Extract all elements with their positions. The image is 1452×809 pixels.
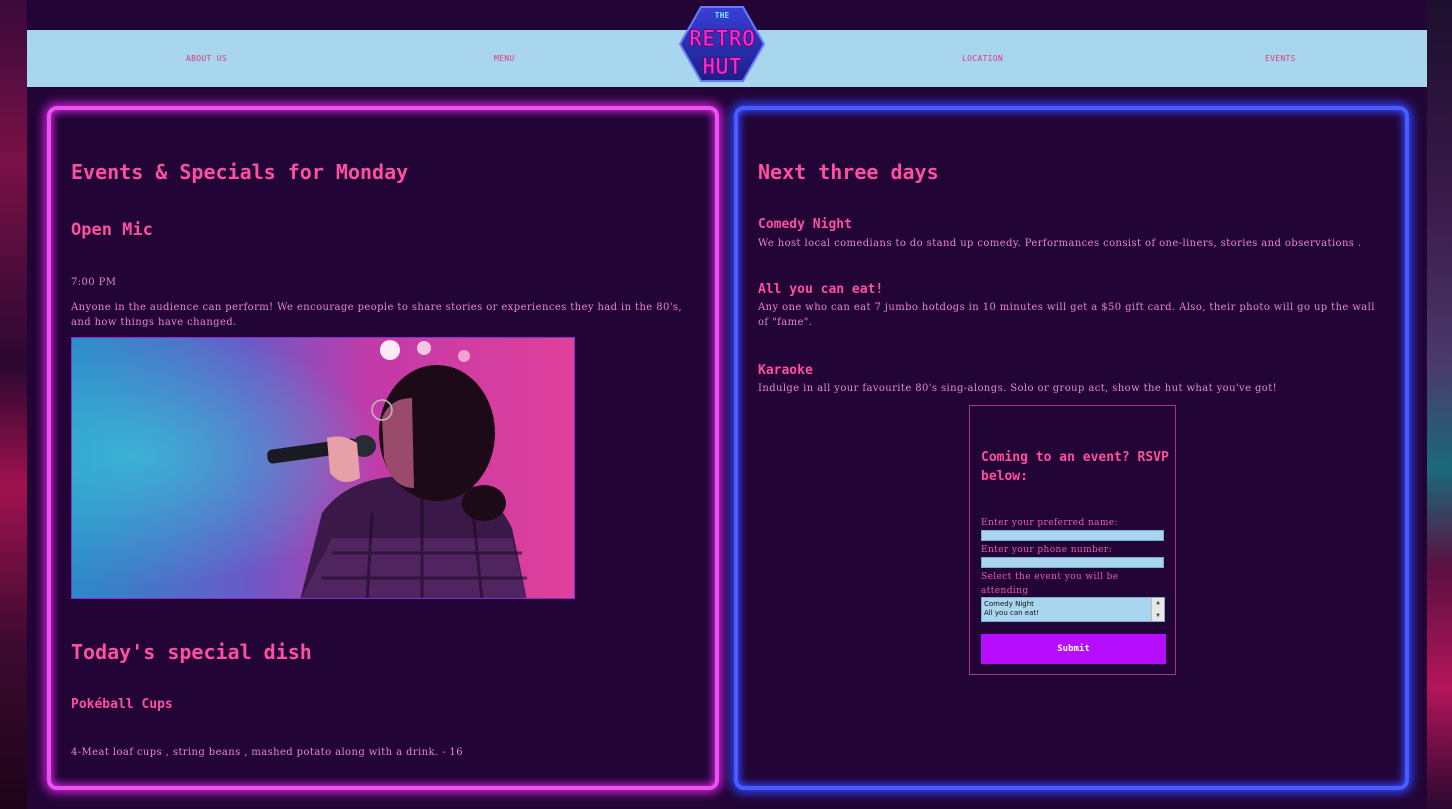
name-field-label: Enter your preferred name:: [981, 518, 1118, 528]
upcoming-event-desc: Any one who can eat 7 jumbo hotdogs in 1…: [758, 302, 1375, 328]
select-option[interactable]: Comedy Night: [984, 600, 1034, 608]
background-neon-left: [0, 0, 27, 809]
panel-title-upcoming: Next three days: [758, 160, 939, 184]
nav-link-events[interactable]: EVENTS: [1265, 54, 1296, 63]
phone-field-label: Enter your phone number:: [981, 545, 1113, 555]
upcoming-event-desc: We host local comedians to do stand up c…: [758, 238, 1362, 249]
panel-title-today: Events & Specials for Monday: [71, 160, 409, 184]
submit-button[interactable]: Submit: [981, 634, 1166, 664]
event-title-open-mic: Open Mic: [71, 220, 153, 240]
special-dish-title: Today's special dish: [71, 640, 312, 664]
upcoming-events-panel: Next three days Comedy Night We host loc…: [734, 106, 1409, 790]
upcoming-event-name: Comedy Night: [758, 217, 852, 232]
logo-text-retro: RETRO: [689, 27, 755, 52]
dish-description: 4-Meat loaf cups , string beans , mashed…: [71, 747, 463, 758]
page-main: ABOUT US MENU LOCATION EVENTS THE RETRO …: [27, 0, 1427, 809]
open-mic-photo: [71, 337, 575, 599]
retro-hut-logo[interactable]: THE RETRO HUT: [679, 6, 765, 82]
event-select-label: Select the event you will be attending: [981, 572, 1119, 596]
logo-text-the: THE: [715, 11, 730, 20]
select-scrollbar[interactable]: ▲ ▼: [1151, 598, 1164, 621]
rsvp-form: Coming to an event? RSVP below: Enter yo…: [969, 405, 1176, 675]
event-time: 7:00 PM: [71, 277, 117, 288]
logo-text-hut: HUT: [702, 55, 742, 80]
nav-link-menu[interactable]: MENU: [494, 54, 514, 63]
nav-link-location[interactable]: LOCATION: [962, 54, 1003, 63]
background-neon-right: [1427, 0, 1452, 809]
phone-input[interactable]: [981, 557, 1164, 568]
event-description: Anyone in the audience can perform! We e…: [71, 302, 682, 328]
scroll-up-arrow-icon[interactable]: ▲: [1152, 599, 1164, 607]
upcoming-event-desc: Indulge in all your favourite 80's sing-…: [758, 383, 1278, 394]
nav-link-about[interactable]: ABOUT US: [186, 54, 227, 63]
name-input[interactable]: [981, 530, 1164, 541]
select-option[interactable]: All you can eat!: [984, 609, 1039, 617]
scroll-down-arrow-icon[interactable]: ▼: [1152, 612, 1164, 620]
event-select-list[interactable]: Comedy Night All you can eat! ▲ ▼: [981, 597, 1165, 622]
upcoming-event-name: All you can eat!: [758, 282, 884, 297]
todays-events-panel: Events & Specials for Monday Open Mic 7:…: [47, 106, 719, 790]
rsvp-title: Coming to an event? RSVP below:: [981, 450, 1169, 484]
upcoming-event-name: Karaoke: [758, 363, 813, 378]
dish-name: Pokéball Cups: [71, 697, 173, 712]
